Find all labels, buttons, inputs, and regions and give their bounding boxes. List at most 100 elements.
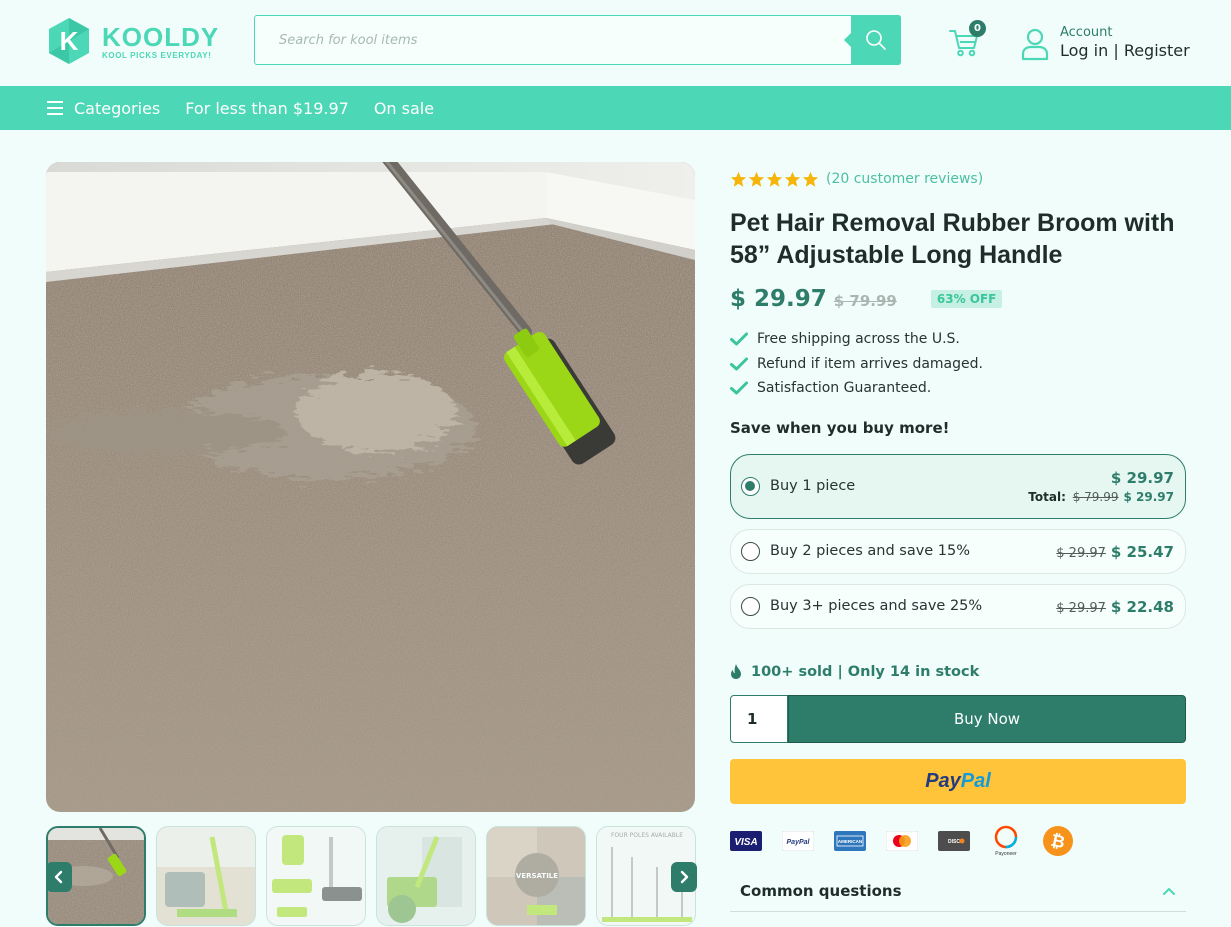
- bundle-title: Save when you buy more!: [730, 418, 950, 437]
- cart-count-badge: 0: [969, 20, 986, 37]
- benefit-item: Free shipping across the U.S.: [730, 327, 1186, 352]
- checkmark-icon: [730, 381, 748, 395]
- svg-text:DISC: DISC: [948, 839, 960, 845]
- bundle-option-label: Buy 3+ pieces and save 25%: [770, 598, 983, 614]
- star-icon: [730, 171, 747, 187]
- search-bar: [254, 15, 901, 65]
- bundle-option-price: $ 29.97: [1110, 468, 1174, 487]
- reviews-link[interactable]: (20 customer reviews): [826, 171, 983, 187]
- bundle-option-label: Buy 1 piece: [770, 478, 856, 494]
- product-main-image[interactable]: [46, 162, 695, 812]
- svg-text:AMERICAN: AMERICAN: [838, 839, 862, 844]
- benefit-text: Free shipping across the U.S.: [757, 331, 960, 348]
- discount-badge: 63% OFF: [930, 290, 1003, 308]
- product-info: (20 customer reviews) Pet Hair Removal R…: [730, 160, 1186, 861]
- login-register-link[interactable]: Log in | Register: [1060, 40, 1190, 62]
- thumbnail-2[interactable]: [156, 826, 256, 926]
- thumbnail-prev-button[interactable]: [46, 862, 72, 892]
- nav-under-price[interactable]: For less than $19.97: [185, 99, 349, 118]
- account-label: Account: [1060, 25, 1113, 40]
- thumbnail-5[interactable]: VERSATILE: [486, 826, 586, 926]
- chevron-right-icon: [680, 870, 689, 884]
- user-icon: [1021, 28, 1049, 61]
- benefit-item: Refund if item arrives damaged.: [730, 352, 1186, 377]
- payment-methods: VISA PayPal AMERICAN DISC Payoneer ₿: [730, 821, 1186, 861]
- brand-name: KOOLDY: [102, 21, 220, 52]
- original-price: $ 79.99: [833, 291, 897, 310]
- bitcoin-icon: ₿: [1043, 825, 1073, 856]
- bundle-option-price: $ 22.48: [1110, 597, 1174, 616]
- chevron-left-icon: [54, 870, 63, 884]
- bundle-option-old-price: $ 29.97: [1056, 600, 1106, 616]
- thumbnail-next-button[interactable]: [671, 862, 697, 892]
- total-old-price: $ 79.99: [1072, 489, 1119, 504]
- radio-button[interactable]: [741, 596, 760, 616]
- mastercard-icon: [886, 830, 918, 851]
- benefit-text: Refund if item arrives damaged.: [757, 355, 983, 372]
- brand-logo[interactable]: K KOOLDY KOOL PICKS EVERYDAY!: [46, 17, 219, 65]
- rating-row: (20 customer reviews): [730, 160, 1186, 198]
- total-new-price: $ 29.97: [1123, 489, 1174, 504]
- chevron-up-icon: [1163, 887, 1175, 895]
- stock-text: 100+ sold | Only 14 in stock: [751, 663, 980, 680]
- thumbnail-3[interactable]: [266, 826, 366, 926]
- search-input[interactable]: [255, 16, 850, 64]
- svg-text:Payoneer: Payoneer: [995, 851, 1017, 857]
- star-icon: [802, 171, 819, 187]
- paypal-logo: PayPal: [925, 769, 991, 792]
- buy-now-button[interactable]: Buy Now: [788, 694, 1186, 743]
- bundle-option-3[interactable]: Buy 3+ pieces and save 25% $ 29.97 $ 22.4…: [730, 583, 1186, 629]
- checkmark-icon: [730, 357, 748, 371]
- star-icon: [748, 171, 765, 187]
- bundle-option-2[interactable]: Buy 2 pieces and save 15% $ 29.97 $ 25.47: [730, 528, 1186, 574]
- benefits-list: Free shipping across the U.S. Refund if …: [730, 327, 1186, 401]
- brand-tagline: KOOL PICKS EVERYDAY!: [102, 50, 212, 60]
- svg-text:K: K: [60, 26, 79, 56]
- purchase-row: Buy Now: [730, 694, 1186, 743]
- star-icon: [784, 171, 801, 187]
- nav-on-sale[interactable]: On sale: [374, 99, 434, 118]
- discover-icon: DISC: [938, 830, 970, 851]
- cart-button[interactable]: 0: [948, 20, 988, 60]
- flame-icon: [731, 664, 741, 679]
- thumbnail-strip: VERSATILE FOUR POLES AVAILABLE: [46, 826, 696, 927]
- paypal-icon: PayPal: [782, 830, 814, 851]
- paypal-button[interactable]: PayPal: [730, 758, 1186, 804]
- stock-status: 100+ sold | Only 14 in stock: [730, 662, 1186, 682]
- svg-text:VISA: VISA: [734, 837, 757, 848]
- star-icon: [766, 171, 783, 187]
- star-rating: [730, 171, 820, 188]
- search-button[interactable]: [844, 15, 901, 65]
- checkmark-icon: [730, 332, 748, 346]
- main-nav: Categories For less than $19.97 On sale: [0, 86, 1231, 130]
- visa-icon: VISA: [730, 830, 762, 851]
- price-row: $ 29.97 $ 79.99 63% OFF: [730, 282, 1186, 316]
- bundle-option-old-price: $ 29.97: [1056, 545, 1106, 561]
- total-label: Total:: [1028, 489, 1066, 504]
- faq-title: Common questions: [740, 881, 902, 900]
- search-icon: [866, 30, 886, 50]
- account-menu[interactable]: Account Log in | Register: [1020, 25, 1190, 62]
- amex-icon: AMERICAN: [834, 830, 866, 851]
- thumbnail-6-label: FOUR POLES AVAILABLE: [611, 832, 683, 839]
- radio-button[interactable]: [741, 476, 760, 496]
- thumbnail-5-label: VERSATILE: [516, 872, 558, 880]
- quantity-input[interactable]: [730, 694, 788, 743]
- radio-button[interactable]: [741, 541, 760, 561]
- bundle-option-label: Buy 2 pieces and save 15%: [770, 543, 971, 559]
- bundle-option-price: $ 25.47: [1110, 542, 1174, 561]
- thumbnail-4[interactable]: [376, 826, 476, 926]
- current-price: $ 29.97: [730, 286, 827, 312]
- logo-mark-icon: K: [46, 17, 92, 65]
- faq-accordion-header[interactable]: Common questions: [730, 870, 1186, 912]
- benefit-item: Satisfaction Guaranteed.: [730, 376, 1186, 401]
- nav-categories[interactable]: Categories: [47, 99, 160, 118]
- benefit-text: Satisfaction Guaranteed.: [757, 380, 932, 397]
- bundle-option-1[interactable]: Buy 1 piece $ 29.97 Total: $ 79.99 $ 29.9…: [730, 453, 1186, 519]
- menu-icon: [47, 101, 63, 115]
- payoneer-icon: Payoneer: [994, 825, 1018, 857]
- site-header: K KOOLDY KOOL PICKS EVERYDAY! 0: [0, 0, 1231, 86]
- svg-text:PayPal: PayPal: [787, 839, 811, 846]
- nav-categories-label: Categories: [74, 98, 161, 118]
- product-title: Pet Hair Removal Rubber Broom with 58” A…: [730, 209, 1175, 269]
